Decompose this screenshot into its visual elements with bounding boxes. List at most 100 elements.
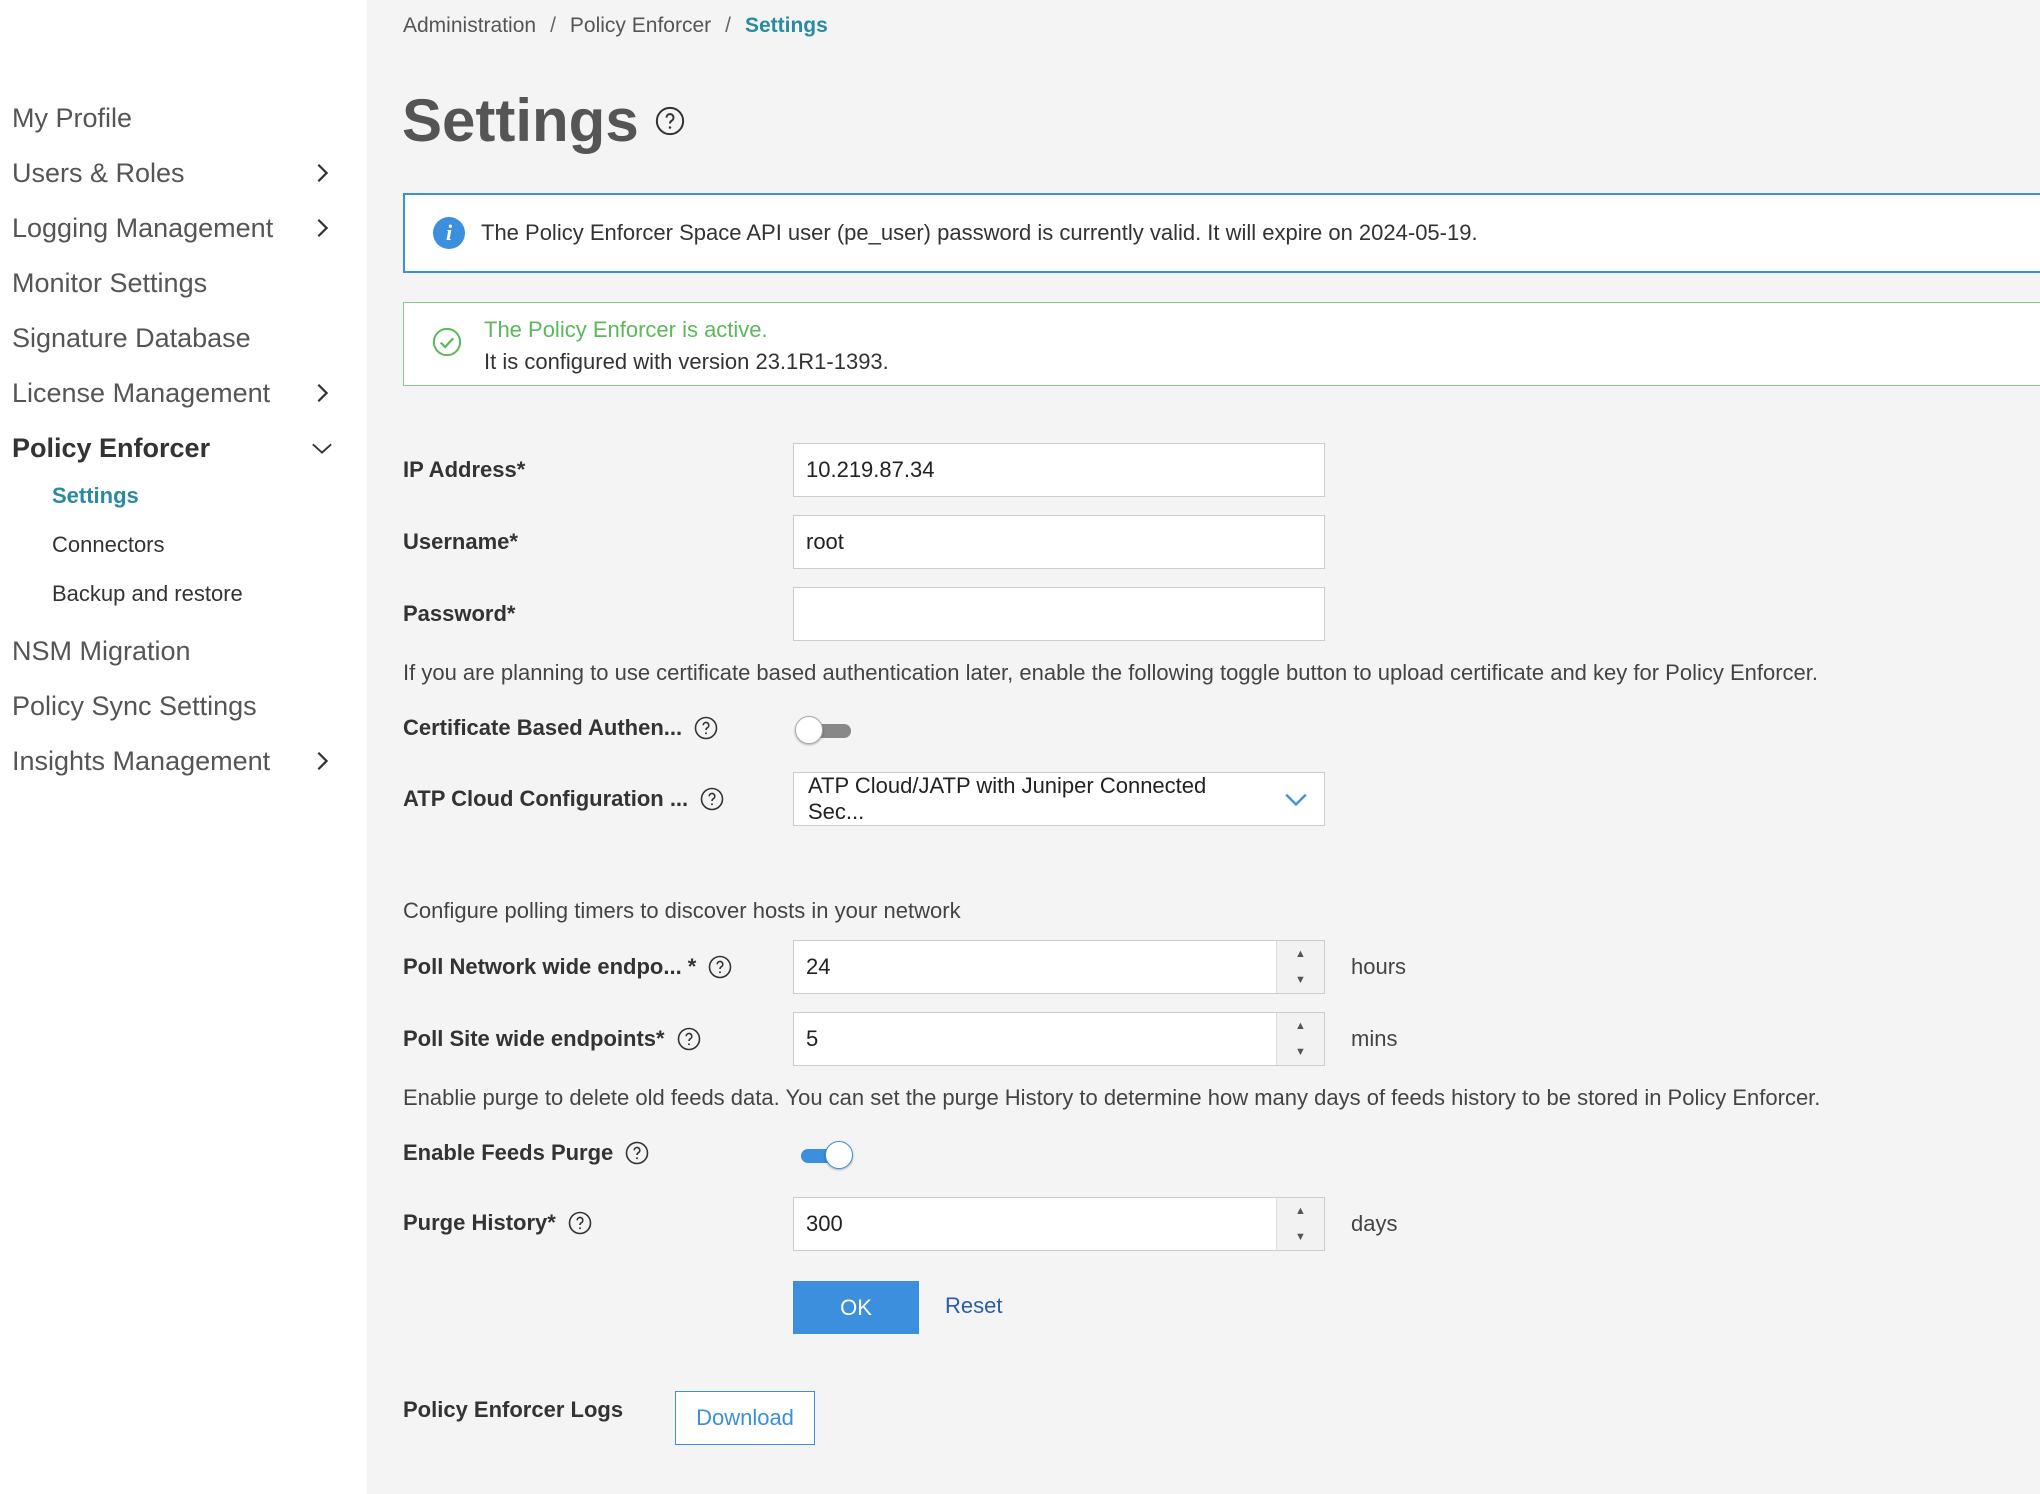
chevron-right-icon <box>307 213 337 243</box>
ip-address-label: IP Address* <box>403 450 525 490</box>
success-banner-title: The Policy Enforcer is active. <box>484 317 768 342</box>
help-icon[interactable] <box>568 1211 592 1235</box>
sidebar-item-label: Signature Database <box>12 322 251 353</box>
purge-description: Enablie purge to delete old feeds data. … <box>403 1085 1821 1110</box>
breadcrumb-separator: / <box>725 14 731 37</box>
sidebar-item-nsm-migration[interactable]: NSM Migration <box>12 628 337 674</box>
increment-arrow-icon[interactable]: ▲ <box>1277 1198 1324 1224</box>
increment-arrow-icon[interactable]: ▲ <box>1277 941 1324 967</box>
sidebar-item-policy-sync-settings[interactable]: Policy Sync Settings <box>12 683 337 729</box>
poll-network-value[interactable]: 24 <box>794 941 1276 993</box>
reset-link[interactable]: Reset <box>945 1293 1002 1319</box>
increment-arrow-icon[interactable]: ▲ <box>1277 1013 1324 1039</box>
info-icon: i <box>433 217 465 249</box>
chevron-right-icon <box>307 746 337 776</box>
info-banner: i The Policy Enforcer Space API user (pe… <box>403 193 2040 273</box>
breadcrumb-item-policy-enforcer[interactable]: Policy Enforcer <box>570 14 711 38</box>
sidebar-item-label: Users & Roles <box>12 157 185 188</box>
polling-description: Configure polling timers to discover hos… <box>403 898 961 923</box>
help-icon[interactable] <box>700 787 724 811</box>
certificate-auth-label-text: Certificate Based Authen... <box>403 715 683 740</box>
chevron-down-icon <box>1268 773 1324 825</box>
sidebar-subitem-label: Settings <box>52 483 139 508</box>
purge-history-value[interactable]: 300 <box>794 1198 1276 1250</box>
sidebar: My Profile Users & Roles Logging Managem… <box>0 0 367 1494</box>
sidebar-item-insights-management[interactable]: Insights Management <box>12 738 337 784</box>
atp-cloud-select[interactable]: ATP Cloud/JATP with Juniper Connected Se… <box>793 772 1325 826</box>
username-input[interactable] <box>793 515 1325 569</box>
main-content: Administration / Policy Enforcer / Setti… <box>367 0 2040 1494</box>
sidebar-item-label: Policy Enforcer <box>12 432 211 463</box>
breadcrumb: Administration / Policy Enforcer / Setti… <box>403 10 828 42</box>
atp-cloud-label: ATP Cloud Configuration ... <box>403 779 724 819</box>
sidebar-item-users-roles[interactable]: Users & Roles <box>12 150 337 196</box>
certificate-auth-label: Certificate Based Authen... <box>403 708 718 748</box>
success-banner-text: It is configured with version 23.1R1-139… <box>484 349 889 374</box>
ip-address-label-text: IP Address* <box>403 457 526 482</box>
password-label: Password* <box>403 594 516 634</box>
ip-address-input[interactable] <box>793 443 1325 497</box>
password-label-text: Password* <box>403 601 516 626</box>
breadcrumb-item-administration[interactable]: Administration <box>403 14 536 38</box>
sidebar-subitem-settings[interactable]: Settings <box>52 476 139 516</box>
sidebar-item-my-profile[interactable]: My Profile <box>12 95 337 141</box>
breadcrumb-item-settings: Settings <box>744 14 828 37</box>
help-icon[interactable] <box>708 955 732 979</box>
ok-button[interactable]: OK <box>793 1281 919 1334</box>
sidebar-item-logging-management[interactable]: Logging Management <box>12 205 337 251</box>
toggle-knob <box>825 1141 853 1169</box>
poll-site-value[interactable]: 5 <box>794 1013 1276 1065</box>
toggle-knob <box>795 716 823 744</box>
sidebar-subitem-connectors[interactable]: Connectors <box>52 525 165 565</box>
page-title: Settings <box>402 86 685 155</box>
sidebar-item-label: Policy Sync Settings <box>12 690 257 721</box>
decrement-arrow-icon[interactable]: ▼ <box>1277 1224 1324 1250</box>
sidebar-item-license-management[interactable]: License Management <box>12 370 337 416</box>
breadcrumb-separator: / <box>550 14 556 37</box>
page-title-text: Settings <box>402 87 639 154</box>
purge-history-label: Purge History* <box>403 1203 592 1243</box>
atp-cloud-label-text: ATP Cloud Configuration ... <box>403 786 689 811</box>
feeds-purge-label-text: Enable Feeds Purge <box>403 1140 614 1165</box>
decrement-arrow-icon[interactable]: ▼ <box>1277 1039 1324 1065</box>
poll-network-stepper[interactable]: 24 ▲ ▼ <box>793 940 1325 994</box>
help-icon[interactable] <box>625 1141 649 1165</box>
poll-network-label: Poll Network wide endpo... * <box>403 947 732 987</box>
info-banner-text: The Policy Enforcer Space API user (pe_u… <box>481 220 1478 245</box>
certificate-description: If you are planning to use certificate b… <box>403 660 1819 685</box>
download-button[interactable]: Download <box>675 1391 815 1445</box>
purge-history-unit: days <box>1351 1211 1398 1236</box>
sidebar-item-label: License Management <box>12 377 271 408</box>
stepper-buttons: ▲ ▼ <box>1276 1013 1324 1065</box>
poll-network-unit: hours <box>1351 954 1407 979</box>
sidebar-item-label: My Profile <box>12 102 133 133</box>
password-input[interactable] <box>793 587 1325 641</box>
help-icon[interactable] <box>694 716 718 740</box>
sidebar-item-label: NSM Migration <box>12 635 191 666</box>
poll-site-label-text: Poll Site wide endpoints* <box>403 1026 665 1051</box>
purge-history-label-text: Purge History* <box>403 1210 556 1235</box>
success-banner: The Policy Enforcer is active. It is con… <box>403 302 2040 386</box>
help-icon[interactable] <box>655 106 685 136</box>
sidebar-item-label: Logging Management <box>12 212 274 243</box>
sidebar-item-signature-database[interactable]: Signature Database <box>12 315 337 361</box>
poll-site-stepper[interactable]: 5 ▲ ▼ <box>793 1012 1325 1066</box>
chevron-right-icon <box>307 158 337 188</box>
sidebar-subitem-backup-restore[interactable]: Backup and restore <box>52 574 243 614</box>
feeds-purge-toggle[interactable] <box>795 1140 853 1170</box>
sidebar-subitem-label: Backup and restore <box>52 581 243 606</box>
help-icon[interactable] <box>677 1027 701 1051</box>
poll-network-label-text: Poll Network wide endpo... * <box>403 954 697 979</box>
sidebar-item-monitor-settings[interactable]: Monitor Settings <box>12 260 337 306</box>
check-circle-icon <box>432 327 462 357</box>
sidebar-item-label: Insights Management <box>12 745 271 776</box>
policy-enforcer-logs-label-text: Policy Enforcer Logs <box>403 1397 624 1422</box>
sidebar-item-policy-enforcer[interactable]: Policy Enforcer <box>12 425 337 471</box>
purge-history-stepper[interactable]: 300 ▲ ▼ <box>793 1197 1325 1251</box>
feeds-purge-label: Enable Feeds Purge <box>403 1133 649 1173</box>
username-label-text: Username* <box>403 529 518 554</box>
decrement-arrow-icon[interactable]: ▼ <box>1277 967 1324 993</box>
certificate-auth-toggle[interactable] <box>795 715 853 745</box>
stepper-buttons: ▲ ▼ <box>1276 1198 1324 1250</box>
username-label: Username* <box>403 522 518 562</box>
